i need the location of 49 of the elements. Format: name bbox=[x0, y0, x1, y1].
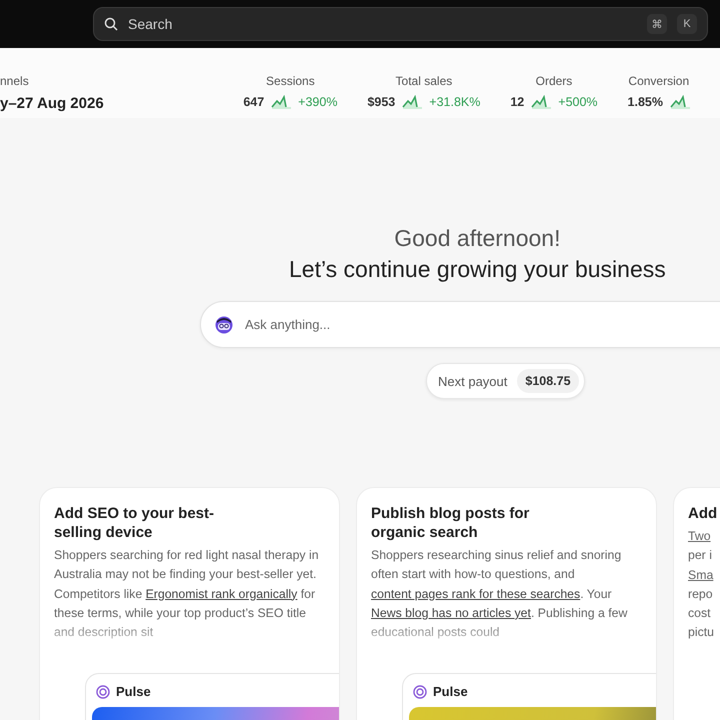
target-icon bbox=[96, 684, 110, 698]
greeting-title: Good afternoon! bbox=[394, 225, 560, 252]
metric-value: 1.85% bbox=[628, 95, 663, 109]
ask-bar[interactable]: Ask anything... bbox=[200, 301, 720, 348]
metric-change: +390% bbox=[298, 95, 338, 109]
target-icon bbox=[413, 684, 427, 698]
metric-value: $953 bbox=[367, 95, 396, 109]
inline-link[interactable]: Two bbox=[688, 527, 720, 546]
greeting-subtitle: Let’s continue growing your business bbox=[289, 256, 666, 283]
card-title: Publish blog posts for organic search bbox=[371, 504, 530, 542]
suggestion-card[interactable]: Add Two per i Sma repo cost pictu bbox=[673, 487, 720, 720]
sparkline-icon bbox=[531, 95, 552, 109]
card-description: pictu bbox=[688, 624, 715, 642]
metric-label: Total sales bbox=[396, 74, 452, 88]
search-icon bbox=[104, 17, 118, 31]
card-description: per i bbox=[688, 547, 713, 564]
card-description: Shoppers researching sinus relief and snoring often start with how-to questions, and content pages rank for these searches. Your News blog has no articles yet. Publishing a few educational posts could bbox=[371, 547, 628, 642]
metric-label: Conversion bbox=[628, 74, 690, 88]
card-description: Shoppers searching for red light nasal therapy in Australia may not be finding your best-seller yet. Competitors like Ergonomist rank organically for these terms, while your top product’s SEO title and description sit bbox=[54, 547, 320, 642]
shortcut-key: ⌘ bbox=[647, 14, 667, 34]
ask-field[interactable]: Ask anything... bbox=[243, 316, 720, 333]
search-bar[interactable]: Search ⌘ K bbox=[93, 7, 708, 41]
sparkline-icon bbox=[271, 95, 292, 109]
inline-link[interactable]: Sma bbox=[688, 566, 720, 585]
card-description: cost bbox=[688, 605, 712, 622]
card-title: Add bbox=[688, 504, 718, 523]
sparkline-icon bbox=[402, 95, 422, 109]
suggestion-card[interactable] bbox=[39, 487, 340, 720]
metric-change: +31.8K% bbox=[429, 95, 480, 109]
inline-link[interactable]: Ergonomist rank organically bbox=[146, 586, 298, 601]
metric-value: 12 bbox=[510, 95, 524, 109]
metric-change: +500% bbox=[558, 95, 598, 109]
assistant-avatar-icon bbox=[215, 316, 233, 334]
sparkline-icon bbox=[670, 95, 690, 109]
metric-value: 647 bbox=[243, 95, 264, 109]
card-description: repo bbox=[688, 586, 714, 603]
inline-link[interactable]: News blog has no articles yet bbox=[371, 606, 531, 620]
card-title: Add SEO to your best-selling device bbox=[54, 504, 216, 542]
shortcut-key: K bbox=[677, 14, 697, 34]
channel-label: nnels bbox=[0, 74, 30, 88]
inline-link[interactable]: content pages rank for these searches bbox=[371, 586, 580, 601]
suggestion-card[interactable] bbox=[356, 487, 657, 720]
preview-title: Pulse bbox=[433, 684, 468, 699]
metric-label: Orders bbox=[536, 74, 572, 88]
date-range[interactable]: y–27 Aug 2026 bbox=[0, 95, 244, 112]
preview-title: Pulse bbox=[116, 684, 151, 699]
metric-label: Sessions bbox=[266, 74, 315, 88]
search-field[interactable]: Search bbox=[126, 15, 637, 33]
payout-chip[interactable]: Next payout $108.75 bbox=[426, 363, 585, 399]
